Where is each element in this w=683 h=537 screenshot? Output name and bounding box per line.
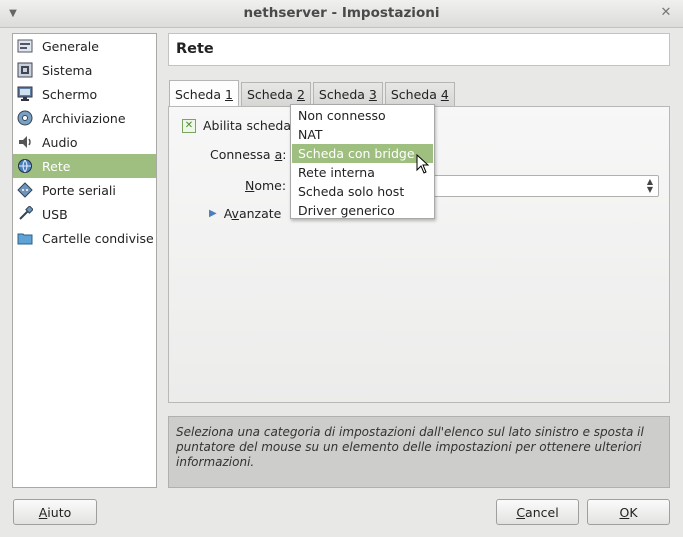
enable-adapter-checkbox[interactable]: ✕: [182, 119, 196, 133]
network-icon: [17, 158, 33, 174]
attached-to-label: Connessa a:: [210, 147, 286, 162]
sidebar-item-label: Cartelle condivise: [42, 230, 154, 246]
enable-adapter-label: Abilita scheda: [203, 118, 292, 133]
sidebar-item-label: Generale: [42, 38, 99, 54]
section-header: Rete: [168, 33, 670, 66]
sidebar-item-porte-seriali[interactable]: Porte seriali: [13, 178, 156, 202]
dropdown-option-nat[interactable]: NAT: [292, 125, 433, 144]
usb-icon: [17, 205, 34, 222]
dropdown-option-non-connesso[interactable]: Non connesso: [292, 106, 433, 125]
sidebar-item-usb[interactable]: USB: [13, 202, 156, 226]
expand-triangle-icon: ▶: [209, 208, 217, 219]
button-label: K: [629, 504, 638, 520]
info-text: Seleziona una categoria di impostazioni …: [176, 425, 644, 469]
tab-scheda-1[interactable]: Scheda 1: [169, 80, 239, 107]
help-info-box: Seleziona una categoria di impostazioni …: [168, 416, 670, 488]
button-label: iuto: [47, 504, 72, 520]
sidebar-item-label: Rete: [42, 158, 71, 174]
display-icon: [17, 86, 33, 102]
tab-mnemonic: 2: [296, 87, 305, 102]
sidebar-item-label: Sistema: [42, 62, 93, 78]
title-bar: ▼ nethserver - Impostazioni ✕: [0, 0, 683, 28]
help-button[interactable]: Aiuto: [13, 499, 97, 525]
settings-category-list: Generale Sistema Schermo Archiviazione A…: [12, 33, 157, 488]
tab-mnemonic: 3: [368, 87, 377, 102]
tab-label: Scheda: [390, 87, 437, 102]
label-mnemonic: N: [245, 178, 255, 193]
advanced-label: Avanzate: [224, 206, 282, 221]
dropdown-option-scheda-solo-host[interactable]: Scheda solo host: [292, 182, 433, 201]
label-part: A: [223, 206, 232, 221]
label-part: ome:: [254, 178, 287, 193]
sidebar-item-archiviazione[interactable]: Archiviazione: [13, 106, 156, 130]
shared-folders-icon: [17, 230, 33, 246]
serial-ports-icon: [17, 182, 33, 198]
sidebar-item-label: Porte seriali: [42, 182, 116, 198]
label-part: anzate: [238, 206, 282, 221]
ok-button[interactable]: OK: [587, 499, 670, 525]
tab-label: Scheda: [246, 87, 293, 102]
spin-arrows-icon: ▲ ▼: [646, 177, 653, 194]
button-mnemonic: A: [38, 504, 48, 520]
sidebar-item-label: Archiviazione: [42, 110, 126, 126]
tab-mnemonic: 1: [225, 86, 233, 102]
cancel-button[interactable]: Cancel: [496, 499, 579, 525]
label-part: :: [282, 147, 287, 162]
attached-to-dropdown-list: Non connesso NAT Scheda con bridge Rete …: [290, 104, 435, 219]
button-mnemonic: C: [516, 504, 526, 520]
name-combobox[interactable]: ▲ ▼: [419, 175, 659, 197]
storage-icon: [17, 110, 33, 126]
sidebar-item-label: Schermo: [42, 86, 98, 102]
tab-scheda-3[interactable]: Scheda 3: [312, 82, 383, 106]
tab-label: Scheda: [175, 86, 222, 102]
tab-mnemonic: 4: [440, 87, 449, 102]
dropdown-option-driver-generico[interactable]: Driver generico: [292, 201, 433, 220]
tab-label: Scheda: [318, 87, 365, 102]
sidebar-item-label: Audio: [42, 134, 78, 150]
audio-icon: [17, 134, 33, 150]
label-part: Connessa: [210, 147, 275, 162]
button-mnemonic: O: [619, 504, 630, 520]
page-title: Rete: [176, 41, 214, 57]
mouse-cursor-icon: [416, 154, 430, 174]
sidebar-item-cartelle-condivise[interactable]: Cartelle condivise: [13, 226, 156, 250]
advanced-expander[interactable]: ▶ Avanzate: [209, 206, 281, 221]
general-icon: [17, 38, 33, 54]
tab-scheda-2[interactable]: Scheda 2: [240, 82, 311, 106]
sidebar-item-audio[interactable]: Audio: [13, 130, 156, 154]
tab-scheda-4[interactable]: Scheda 4: [384, 82, 455, 106]
name-label: Nome:: [245, 178, 286, 193]
sidebar-item-generale[interactable]: Generale: [13, 34, 156, 58]
label-mnemonic: v: [231, 206, 239, 221]
sidebar-item-schermo[interactable]: Schermo: [13, 82, 156, 106]
button-label: ancel: [525, 504, 559, 520]
close-icon[interactable]: ✕: [659, 6, 673, 20]
system-icon: [17, 62, 33, 78]
sidebar-item-sistema[interactable]: Sistema: [13, 58, 156, 82]
sidebar-item-rete[interactable]: Rete: [13, 154, 156, 178]
dropdown-option-rete-interna[interactable]: Rete interna: [292, 163, 433, 182]
dropdown-option-scheda-con-bridge[interactable]: Scheda con bridge: [292, 144, 433, 163]
sidebar-item-label: USB: [42, 206, 68, 222]
window-title: nethserver - Impostazioni: [243, 5, 440, 21]
adapter-tabs: Scheda 1 Scheda 2 Scheda 3 Scheda 4: [169, 80, 457, 107]
